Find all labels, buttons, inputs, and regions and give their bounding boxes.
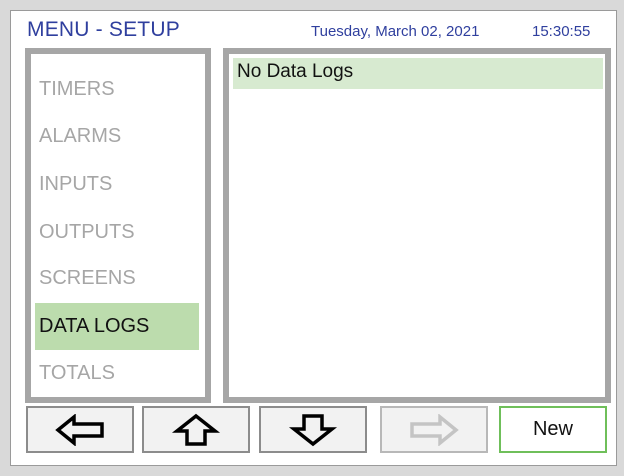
menu-item-timers[interactable]: TIMERS <box>35 66 199 113</box>
new-button-label: New <box>532 418 573 440</box>
list-item[interactable]: No Data Logs <box>233 58 603 89</box>
menu-item-totals[interactable]: TOTALS <box>35 350 199 397</box>
setup-menu: TIMERS ALARMS INPUTS OUTPUTS SCREENS DAT… <box>25 48 211 403</box>
menu-item-screens[interactable]: SCREENS <box>35 255 199 302</box>
menu-item-inputs[interactable]: INPUTS <box>35 161 199 208</box>
page-title: MENU - SETUP <box>27 18 180 41</box>
data-logs-list: No Data Logs <box>223 48 611 403</box>
arrow-left-icon <box>55 413 104 446</box>
menu-item-data-logs[interactable]: DATA LOGS <box>35 303 199 350</box>
current-time: 15:30:55 <box>532 23 591 40</box>
arrow-right-icon <box>410 413 459 446</box>
right-button[interactable] <box>380 406 488 453</box>
down-button[interactable] <box>259 406 367 453</box>
menu-item-alarms[interactable]: ALARMS <box>35 113 199 160</box>
current-date: Tuesday, March 02, 2021 <box>311 23 480 40</box>
up-button[interactable] <box>142 406 250 453</box>
setup-screen: MENU - SETUP Tuesday, March 02, 2021 15:… <box>10 10 617 466</box>
new-button[interactable]: New <box>499 406 607 453</box>
left-button[interactable] <box>26 406 134 453</box>
arrow-up-icon <box>171 413 221 446</box>
menu-item-outputs[interactable]: OUTPUTS <box>35 209 199 256</box>
arrow-down-icon <box>288 413 338 446</box>
